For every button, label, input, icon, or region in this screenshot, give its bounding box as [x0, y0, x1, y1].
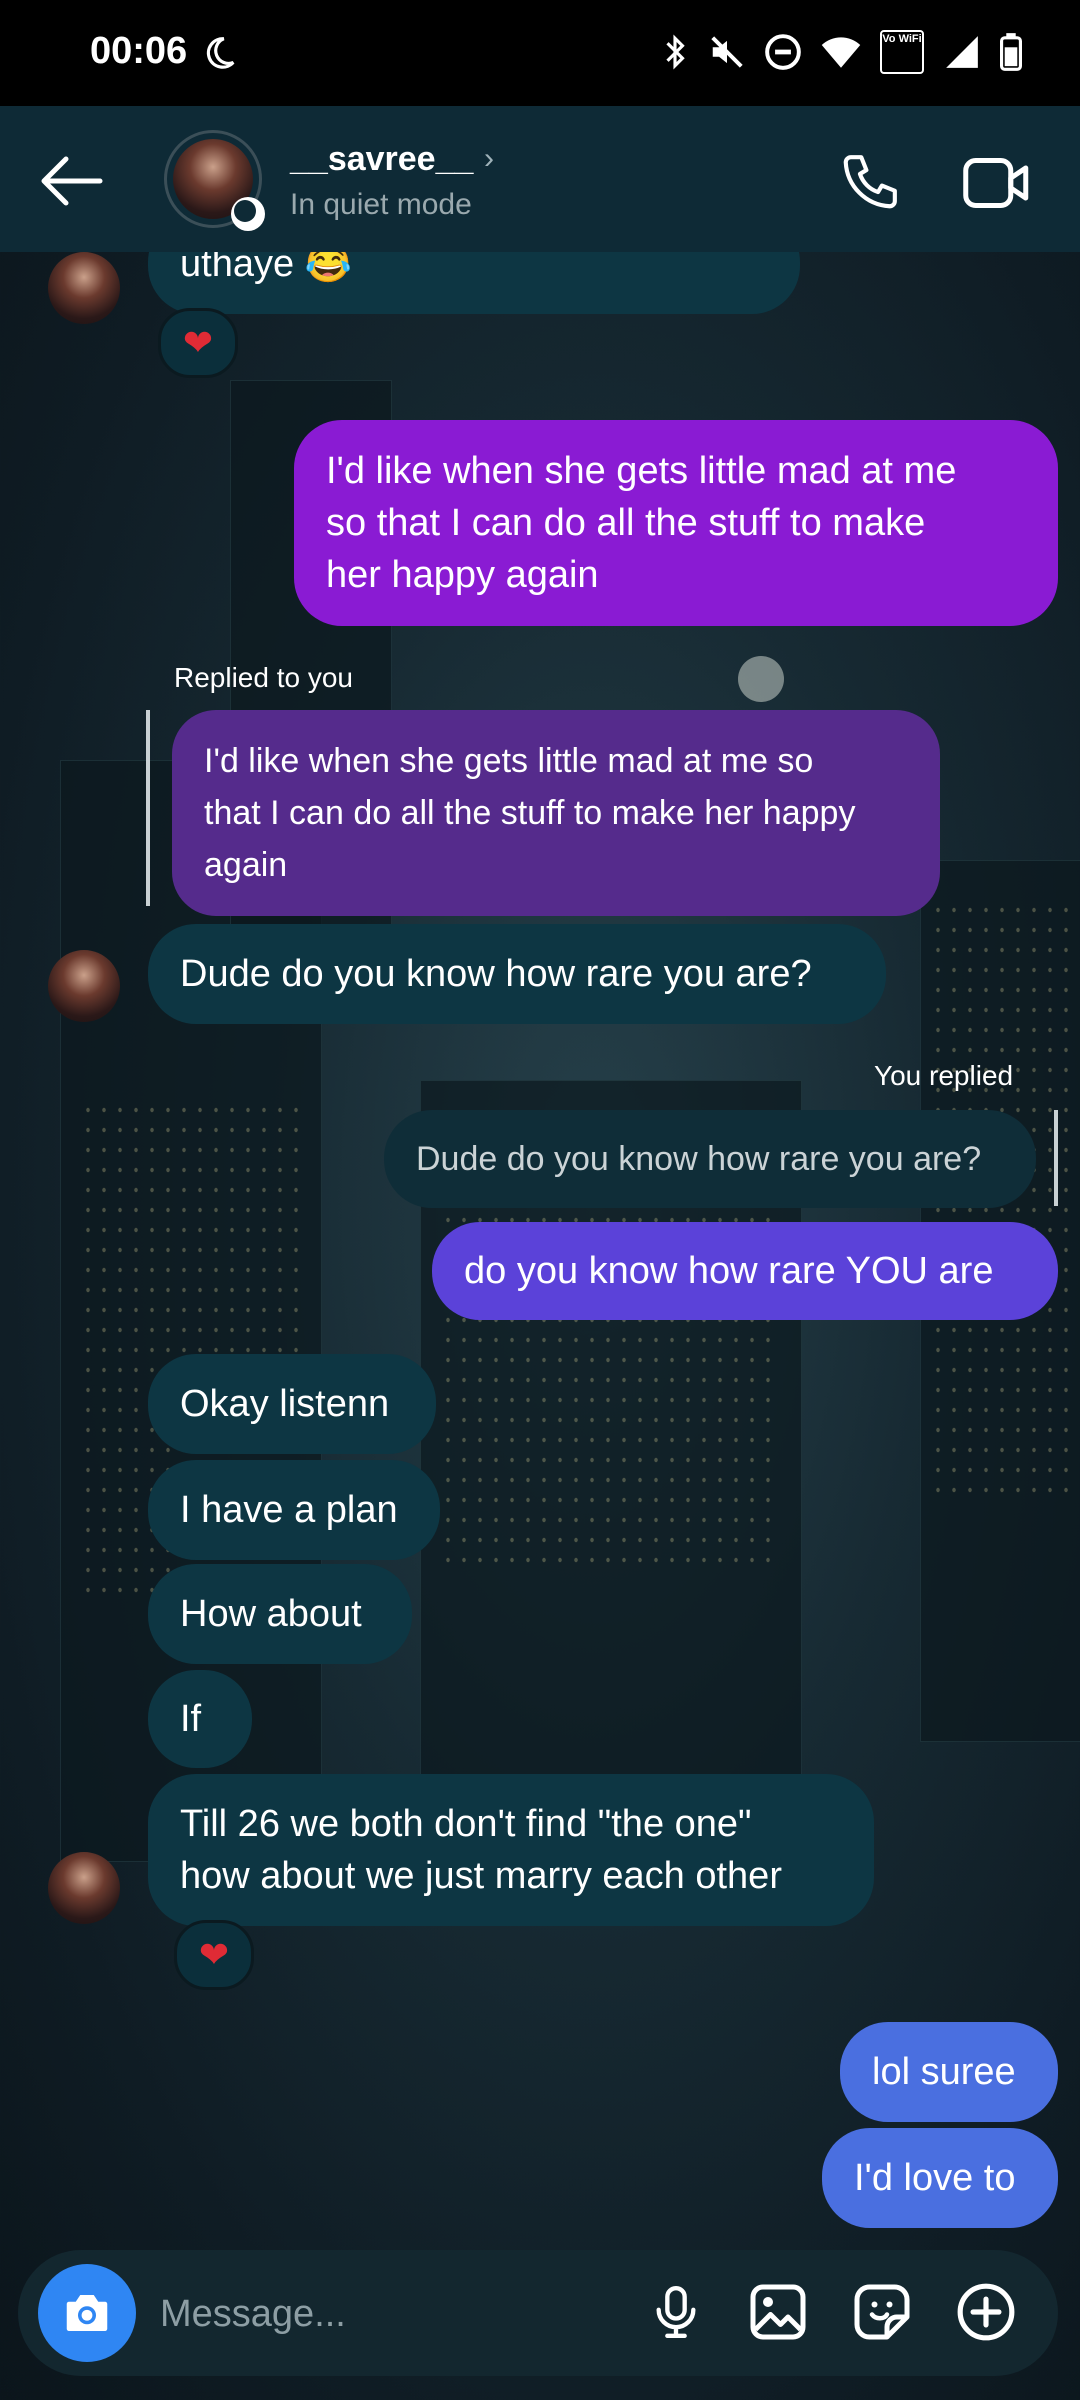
chevron-right-icon[interactable]: ›: [484, 142, 494, 176]
quiet-mode-moon-icon: [231, 197, 265, 231]
incoming-message-bubble[interactable]: How about: [148, 1564, 412, 1664]
message-text-line: Till 26 we both don't find "the one": [180, 1803, 752, 1845]
outgoing-message-bubble[interactable]: I'd love to: [822, 2128, 1058, 2228]
sender-avatar[interactable]: [48, 1852, 120, 1924]
quote-text: Dude do you know how rare you are?: [416, 1140, 982, 1178]
vowifi-icon: Vo WiFi: [880, 30, 924, 74]
incoming-message-bubble[interactable]: Till 26 we both don't find "the one" how…: [148, 1774, 874, 1926]
image-gallery-icon: [750, 2284, 806, 2340]
camera-icon: [66, 2295, 108, 2331]
quote-text-line: again: [204, 846, 288, 884]
heart-reaction-icon[interactable]: ❤: [174, 1920, 254, 1990]
wifi-icon: [821, 37, 861, 68]
do-not-disturb-moon-icon: [206, 37, 235, 69]
quote-text-line: that I can do all the stuff to make her …: [204, 794, 856, 832]
sender-avatar[interactable]: [48, 950, 120, 1022]
message-thread: uthaye 😂 ❤ I'd like when she gets little…: [0, 252, 1080, 2240]
mute-icon: [711, 36, 743, 68]
quoted-message-bubble[interactable]: Dude do you know how rare you are?: [384, 1110, 1036, 1208]
contact-username[interactable]: __savree__: [290, 140, 473, 179]
microphone-icon: [656, 2286, 696, 2338]
message-text: lol suree: [872, 2051, 1016, 2093]
reply-indicator-line: [146, 710, 150, 906]
message-text: If: [180, 1698, 202, 1740]
message-text: I'd love to: [854, 2157, 1016, 2199]
outgoing-message-bubble[interactable]: lol suree: [840, 2022, 1058, 2122]
contact-avatar[interactable]: [164, 130, 265, 231]
reply-indicator-line: [1054, 1110, 1058, 1206]
incoming-message-bubble[interactable]: If: [148, 1670, 252, 1768]
camera-button[interactable]: [38, 2264, 136, 2362]
reply-label: You replied: [874, 1060, 1014, 1091]
video-call-icon[interactable]: [962, 152, 1032, 214]
incoming-message-bubble[interactable]: I have a plan: [148, 1460, 440, 1560]
status-bar: 00:06 Vo WiFi: [0, 0, 1080, 106]
sticker-icon: [854, 2284, 910, 2340]
phone-call-icon[interactable]: [838, 152, 900, 214]
message-text: do you know how rare YOU are: [464, 1250, 994, 1292]
status-icons: Vo WiFi: [660, 30, 1022, 74]
quoted-message-bubble[interactable]: I'd like when she gets little mad at me …: [172, 710, 940, 916]
signal-icon: [946, 36, 978, 68]
message-text-line: her happy again: [326, 554, 599, 596]
dnd-icon: [765, 34, 801, 70]
incoming-message-bubble[interactable]: Dude do you know how rare you are?: [148, 924, 886, 1024]
outgoing-message-bubble[interactable]: I'd like when she gets little mad at me …: [294, 420, 1058, 626]
sticker-button[interactable]: [850, 2280, 914, 2344]
incoming-message-bubble[interactable]: Okay listenn: [148, 1354, 436, 1454]
outgoing-message-bubble[interactable]: do you know how rare YOU are: [432, 1222, 1058, 1320]
incoming-message-bubble[interactable]: uthaye 😂: [148, 252, 800, 314]
message-input[interactable]: [158, 2284, 622, 2344]
message-text: uthaye 😂: [180, 252, 352, 285]
message-text-line: how about we just marry each other: [180, 1855, 782, 1897]
message-text: Dude do you know how rare you are?: [180, 953, 812, 995]
message-text: How about: [180, 1593, 362, 1635]
heart-reaction-icon[interactable]: ❤: [158, 308, 238, 378]
quote-text-line: I'd like when she gets little mad at me …: [204, 742, 814, 780]
sender-avatar[interactable]: [48, 252, 120, 324]
status-time: 00:06: [90, 30, 188, 72]
plus-circle-icon: [957, 2283, 1015, 2341]
reply-label: Replied to you: [174, 662, 354, 693]
chat-header: __savree__ › In quiet mode: [0, 106, 1080, 252]
message-text-line: so that I can do all the stuff to make: [326, 502, 926, 544]
message-composer: [18, 2250, 1058, 2376]
gallery-button[interactable]: [746, 2280, 810, 2344]
more-options-button[interactable]: [954, 2280, 1018, 2344]
message-text: I have a plan: [180, 1489, 398, 1531]
battery-icon: [1000, 33, 1022, 71]
message-text-line: I'd like when she gets little mad at me: [326, 450, 957, 492]
back-arrow-icon[interactable]: [36, 150, 106, 212]
bluetooth-icon: [666, 34, 685, 70]
microphone-button[interactable]: [644, 2280, 708, 2344]
message-text: Okay listenn: [180, 1383, 390, 1425]
contact-status: In quiet mode: [290, 188, 472, 221]
